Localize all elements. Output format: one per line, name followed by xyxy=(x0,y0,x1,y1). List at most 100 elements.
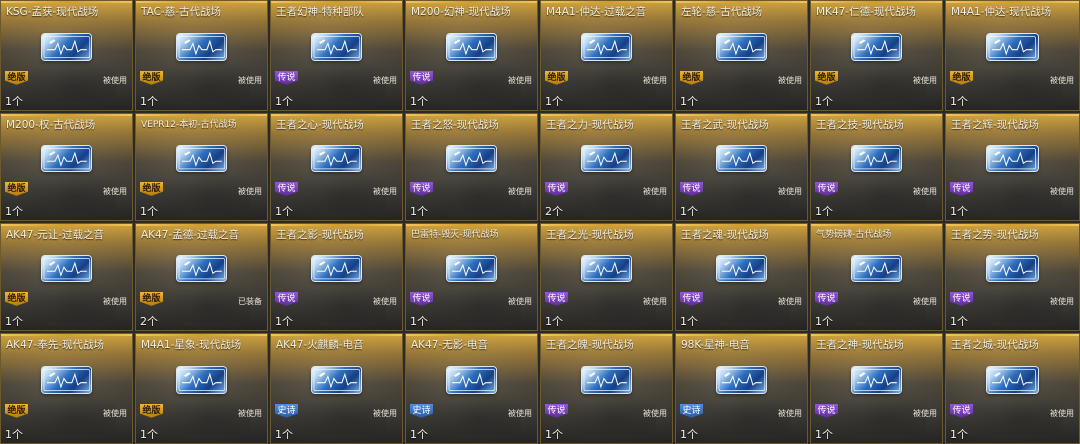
weapon-skin-card-icon xyxy=(41,33,92,60)
inventory-item[interactable]: 98K-星神-电音 史诗 被使用 1个 xyxy=(675,333,808,444)
inventory-item[interactable]: 气势磅礴-古代战场 传说 被使用 1个 xyxy=(810,223,943,331)
rarity-badge: 传说 xyxy=(680,181,703,196)
rarity-badge: 绝版 xyxy=(140,403,163,418)
item-name: AK47-孟德-过载之音 xyxy=(141,229,240,241)
weapon-skin-card-icon xyxy=(581,33,632,60)
rarity-badge: 绝版 xyxy=(545,70,568,85)
inventory-item[interactable]: VEPR12-本初-古代战场 绝版 被使用 1个 xyxy=(135,113,268,221)
item-count: 1个 xyxy=(680,428,698,441)
inventory-item[interactable]: 王者之魄-现代战场 传说 被使用 1个 xyxy=(540,333,673,444)
item-status: 被使用 xyxy=(643,76,667,86)
item-name: 王者之辉-现代战场 xyxy=(951,119,1039,131)
item-name: TAC-慈-古代战场 xyxy=(141,6,222,18)
item-status: 被使用 xyxy=(508,187,532,197)
weapon-skin-card-icon xyxy=(581,255,632,282)
item-status: 已装备 xyxy=(238,297,262,307)
inventory-item[interactable]: 巴雷特-毁灭-现代战场 传说 被使用 1个 xyxy=(405,223,538,331)
item-status: 被使用 xyxy=(1050,76,1074,86)
inventory-item[interactable]: M4A1-星象-现代战场 绝版 被使用 1个 xyxy=(135,333,268,444)
inventory-item[interactable]: 王者之怒-现代战场 传说 被使用 1个 xyxy=(405,113,538,221)
weapon-skin-card-icon xyxy=(987,366,1038,393)
inventory-item[interactable]: KSG-孟获-现代战场 绝版 被使用 1个 xyxy=(0,0,133,111)
item-count: 1个 xyxy=(410,428,428,441)
inventory-item[interactable]: 王者之辉-现代战场 传说 被使用 1个 xyxy=(945,113,1080,221)
inventory-item[interactable]: AK47-元让-过载之音 绝版 被使用 1个 xyxy=(0,223,133,331)
inventory-item[interactable]: M200-幻神-现代战场 传说 被使用 1个 xyxy=(405,0,538,111)
inventory-item[interactable]: 王者之心-现代战场 传说 被使用 1个 xyxy=(270,113,403,221)
weapon-skin-card-icon xyxy=(41,366,92,393)
inventory-item[interactable]: M4A1-仲达-现代战场 绝版 被使用 1个 xyxy=(945,0,1080,111)
item-name: 气势磅礴-古代战场 xyxy=(816,230,892,240)
item-status: 被使用 xyxy=(238,409,262,419)
item-status: 被使用 xyxy=(508,76,532,86)
weapon-skin-card-icon xyxy=(311,255,362,282)
inventory-item[interactable]: AK47-无影-电音 史诗 被使用 1个 xyxy=(405,333,538,444)
inventory-item[interactable]: M4A1-仲达-过载之音 绝版 被使用 1个 xyxy=(540,0,673,111)
item-count: 1个 xyxy=(140,205,158,218)
weapon-skin-card-icon xyxy=(446,366,497,393)
item-status: 被使用 xyxy=(778,76,802,86)
rarity-badge: 传说 xyxy=(545,403,568,418)
inventory-item[interactable]: 左轮-慈-古代战场 绝版 被使用 1个 xyxy=(675,0,808,111)
rarity-badge: 传说 xyxy=(950,181,973,196)
item-name: 左轮-慈-古代战场 xyxy=(681,6,763,18)
rarity-badge: 绝版 xyxy=(5,181,28,196)
rarity-badge: 绝版 xyxy=(950,70,973,85)
item-name: 王者之势-现代战场 xyxy=(951,229,1039,241)
item-name: AK47-奉先-现代战场 xyxy=(6,339,105,351)
item-status: 被使用 xyxy=(778,297,802,307)
item-status: 被使用 xyxy=(373,409,397,419)
inventory-item[interactable]: MK47-仁德-现代战场 绝版 被使用 1个 xyxy=(810,0,943,111)
item-status: 被使用 xyxy=(778,409,802,419)
item-count: 1个 xyxy=(410,205,428,218)
item-status: 被使用 xyxy=(1050,187,1074,197)
inventory-item[interactable]: 王者之势-现代战场 传说 被使用 1个 xyxy=(945,223,1080,331)
inventory-item[interactable]: 王者之城-现代战场 传说 被使用 1个 xyxy=(945,333,1080,444)
inventory-item[interactable]: TAC-慈-古代战场 绝版 被使用 1个 xyxy=(135,0,268,111)
item-count: 1个 xyxy=(815,95,833,108)
rarity-badge: 绝版 xyxy=(680,70,703,85)
inventory-item[interactable]: 王者之技-现代战场 传说 被使用 1个 xyxy=(810,113,943,221)
inventory-item[interactable]: 王者之武-现代战场 传说 被使用 1个 xyxy=(675,113,808,221)
inventory-item[interactable]: 王者之魂-现代战场 传说 被使用 1个 xyxy=(675,223,808,331)
weapon-skin-card-icon xyxy=(851,366,902,393)
inventory-item[interactable]: AK47-孟德-过载之音 绝版 已装备 2个 xyxy=(135,223,268,331)
item-name: 王者之技-现代战场 xyxy=(816,119,904,131)
weapon-skin-card-icon xyxy=(41,255,92,282)
item-name: 王者之魄-现代战场 xyxy=(546,339,634,351)
inventory-item[interactable]: 王者之神-现代战场 传说 被使用 1个 xyxy=(810,333,943,444)
item-status: 被使用 xyxy=(913,409,937,419)
inventory-item[interactable]: M200-权-古代战场 绝版 被使用 1个 xyxy=(0,113,133,221)
item-name: AK47-火麒麟-电音 xyxy=(276,339,364,351)
item-count: 2个 xyxy=(140,315,158,328)
item-count: 1个 xyxy=(140,95,158,108)
inventory-item[interactable]: 王者幻神-特种部队 传说 被使用 1个 xyxy=(270,0,403,111)
item-count: 1个 xyxy=(545,95,563,108)
weapon-skin-card-icon xyxy=(446,145,497,172)
weapon-skin-card-icon xyxy=(851,255,902,282)
item-count: 1个 xyxy=(275,315,293,328)
inventory-item[interactable]: AK47-火麒麟-电音 史诗 被使用 1个 xyxy=(270,333,403,444)
weapon-skin-card-icon xyxy=(581,366,632,393)
item-count: 1个 xyxy=(680,205,698,218)
item-status: 被使用 xyxy=(508,409,532,419)
item-status: 被使用 xyxy=(643,187,667,197)
item-status: 被使用 xyxy=(103,76,127,86)
inventory-item[interactable]: AK47-奉先-现代战场 绝版 被使用 1个 xyxy=(0,333,133,444)
item-name: AK47-无影-电音 xyxy=(411,339,489,351)
inventory-item[interactable]: 王者之影-现代战场 传说 被使用 1个 xyxy=(270,223,403,331)
item-count: 2个 xyxy=(545,205,563,218)
inventory-item[interactable]: 王者之光-现代战场 传说 被使用 1个 xyxy=(540,223,673,331)
item-count: 1个 xyxy=(545,428,563,441)
rarity-badge: 绝版 xyxy=(140,291,163,306)
item-name: M200-幻神-现代战场 xyxy=(411,6,511,18)
weapon-skin-card-icon xyxy=(716,33,767,60)
item-name: 王者之力-现代战场 xyxy=(546,119,634,131)
weapon-skin-card-icon xyxy=(987,33,1038,60)
skin-inventory-grid: KSG-孟获-现代战场 绝版 被使用 1个 TAC-慈-古代战场 绝版 被使用 1个 王者幻神-… xyxy=(0,0,1080,444)
rarity-badge: 史诗 xyxy=(275,403,298,418)
item-status: 被使用 xyxy=(373,297,397,307)
item-count: 1个 xyxy=(410,95,428,108)
weapon-skin-card-icon xyxy=(311,145,362,172)
inventory-item[interactable]: 王者之力-现代战场 传说 被使用 2个 xyxy=(540,113,673,221)
